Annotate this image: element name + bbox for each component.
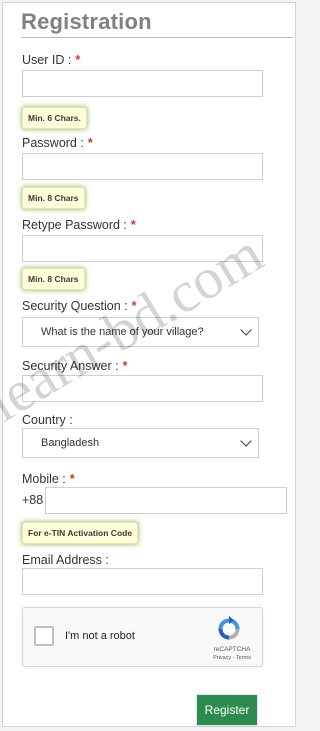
title-divider [21,37,293,38]
country-label-text: Country : [22,413,73,427]
required-marker: * [75,53,81,67]
required-marker: * [130,218,136,232]
recaptcha-label: I'm not a robot [65,630,135,642]
email-label-text: Email Address : [22,553,109,567]
retype-password-input[interactable] [22,235,263,262]
required-marker: * [131,299,137,313]
chevron-down-icon [240,324,252,336]
country-label: Country : [22,413,73,427]
registration-panel: Registration User ID : * Min. 6 Chars. Pa… [0,2,296,727]
retype-password-hint: Min. 8 Chars [22,268,85,290]
required-marker: * [69,472,75,486]
password-hint: Min. 8 Chars [22,187,85,209]
page-title: Registration [21,9,152,34]
user-id-label: User ID : * [22,53,80,67]
recaptcha-widget: I'm not a robot reCAPTCHA Privacy - Term… [22,607,263,667]
password-label: Password : * [22,136,93,150]
mobile-hint: For e-TIN Activation Code [22,522,139,544]
country-select[interactable]: Bangladesh [22,428,259,458]
register-button[interactable]: Register [197,695,257,725]
chevron-down-icon [240,435,252,447]
user-id-hint: Min. 6 Chars. [22,107,87,129]
security-answer-label-text: Security Answer : [22,359,119,373]
mobile-label-text: Mobile : [22,472,66,486]
required-marker: * [87,136,93,150]
recaptcha-icon [218,616,240,640]
mobile-input[interactable] [45,487,287,514]
password-input[interactable] [22,153,263,180]
country-value: Bangladesh [41,437,100,449]
recaptcha-privacy-terms-link[interactable]: Privacy - Terms [207,655,257,661]
user-id-label-text: User ID : [22,53,72,67]
user-id-input[interactable] [22,70,263,97]
mobile-label: Mobile : * [22,472,75,486]
mobile-country-prefix: +88 [22,493,44,507]
retype-password-label: Retype Password : * [22,218,136,232]
security-question-select[interactable]: What is the name of your village? [22,317,259,347]
security-question-label: Security Question : * [22,299,136,313]
required-marker: * [122,359,128,373]
retype-password-label-text: Retype Password : [22,218,127,232]
email-label: Email Address : [22,553,109,567]
recaptcha-brand: reCAPTCHA [213,646,251,653]
security-answer-label: Security Answer : * [22,359,127,373]
security-question-label-text: Security Question : [22,299,128,313]
security-answer-input[interactable] [22,375,263,402]
security-question-value: What is the name of your village? [41,326,204,338]
recaptcha-checkbox[interactable] [34,626,54,646]
email-input[interactable] [22,568,263,595]
password-label-text: Password : [22,136,84,150]
